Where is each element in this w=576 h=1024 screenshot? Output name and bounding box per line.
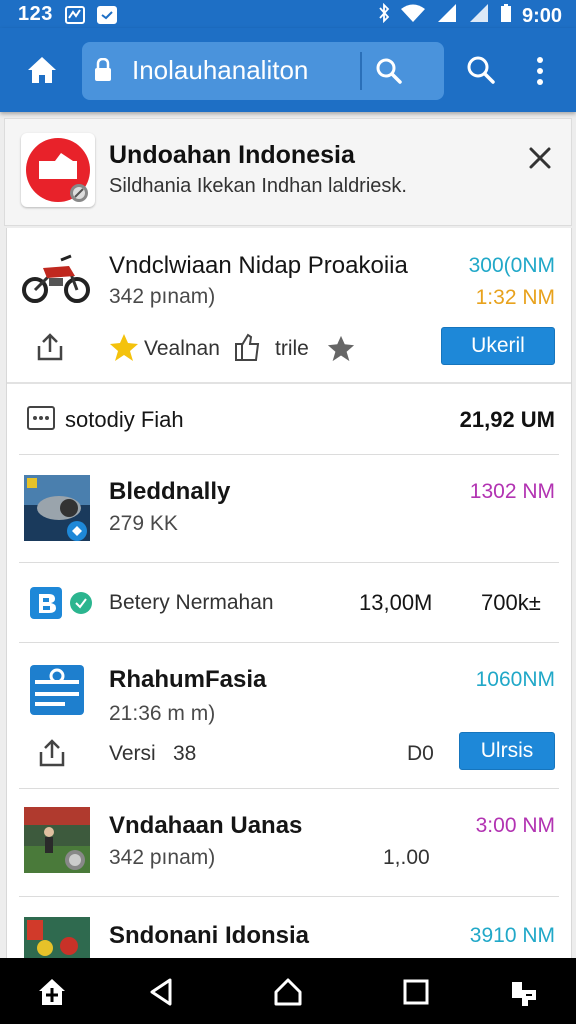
item-title: Vndclwiaan Nidap Proakoiia [109, 252, 408, 279]
item-meta: 21:36 m m) [109, 702, 216, 725]
app-bar: Inolauhanaliton [0, 28, 576, 112]
list-item[interactable]: Vndahaan Uanas 342 pınam) 1,.00 3:00 NM [7, 790, 571, 896]
more-horiz-icon [27, 406, 55, 430]
item-title: Sndonani Idonsia [109, 922, 310, 949]
install-button[interactable]: Ulrsis [459, 732, 555, 770]
app-logo [21, 133, 95, 207]
recents-icon[interactable] [400, 976, 432, 1008]
list-item[interactable]: sotodiy Fiah 21,92 UM [7, 384, 571, 454]
url-separator [360, 52, 362, 90]
banner-title: Undoahan Indonesia [109, 141, 355, 169]
divider [19, 896, 559, 897]
switch-icon[interactable] [508, 976, 540, 1008]
status-left-text: 123 [18, 3, 53, 25]
item-meta: 342 pınam) [109, 285, 216, 308]
message-icon [96, 5, 117, 24]
item-meta: 342 pınam) [109, 846, 216, 869]
home-icon[interactable] [22, 50, 62, 90]
item-size: 3910 NM [469, 924, 555, 947]
item-value: 13,00M [359, 590, 433, 615]
action-label[interactable]: trile [275, 337, 309, 361]
thumb-icon[interactable] [233, 332, 261, 362]
item-value-secondary: 700k± [481, 590, 541, 615]
lock-icon [94, 57, 112, 82]
back-icon[interactable] [146, 976, 178, 1008]
item-title: RhahumFasia [109, 666, 267, 693]
status-value: D0 [407, 742, 434, 765]
app-thumbnail [23, 474, 91, 542]
version-label: Versi [109, 742, 156, 765]
signal-icon-2 [468, 3, 490, 29]
status-bar: 123 9:00 [0, 0, 576, 28]
item-title: Vndahaan Uanas [109, 812, 303, 839]
bluetooth-icon [378, 2, 390, 29]
navigation-bar [0, 958, 576, 1024]
list-item[interactable]: Bleddnally 279 KK 1302 NM [7, 456, 571, 562]
home-button-icon[interactable] [272, 976, 304, 1008]
home-icon[interactable] [36, 976, 68, 1008]
item-size: 21,92 UM [459, 407, 555, 432]
item-title: Bleddnally [109, 478, 231, 505]
share-icon[interactable] [35, 332, 65, 362]
item-size: 3:00 NM [475, 814, 555, 837]
list-item[interactable]: Sndonani Idonsia 3910 NM [7, 898, 571, 960]
download-list: Vndclwiaan Nidap Proakoiia 342 pınam) 30… [6, 228, 572, 960]
banner-subtitle: Sildhania Ikekan Indhan laldriesk. [109, 175, 407, 197]
item-meta: 279 KK [109, 512, 178, 535]
app-thumbnail [23, 916, 91, 960]
battery-icon [500, 3, 512, 29]
star-outline-icon[interactable] [327, 334, 355, 362]
share-icon[interactable] [37, 738, 67, 768]
item-title: Betery Nermahan [109, 591, 274, 614]
version-value: 38 [173, 742, 197, 765]
item-value: 1,.00 [383, 846, 430, 869]
action-label[interactable]: Vealnan [144, 337, 220, 361]
item-size: 1302 NM [469, 480, 555, 503]
update-button[interactable]: Ukeril [441, 327, 555, 365]
divider [19, 788, 559, 789]
list-item[interactable]: Betery Nermahan 13,00M 700k± [7, 564, 571, 642]
url-bar[interactable]: Inolauhanaliton [82, 42, 444, 100]
item-size-secondary: 1:32 NM [475, 286, 555, 309]
b-app-icon [29, 586, 63, 620]
status-time: 9:00 [521, 4, 562, 27]
list-item[interactable]: Vndclwiaan Nidap Proakoiia 342 pınam) 30… [7, 228, 571, 382]
divider [19, 454, 559, 455]
more-vert-icon[interactable] [530, 54, 550, 88]
search-icon[interactable] [374, 56, 404, 86]
item-size: 300(0NM [468, 254, 555, 277]
verified-icon [69, 591, 93, 615]
app-banner[interactable]: Undoahan Indonesia Sildhania Ikekan Indh… [4, 118, 572, 226]
app-thumbnail [29, 664, 85, 716]
divider [19, 642, 559, 643]
url-text[interactable]: Inolauhanaliton [132, 55, 308, 86]
list-item[interactable]: RhahumFasia 21:36 m m) 1060NM Versi 38 D… [7, 644, 571, 788]
item-size: 1060NM [475, 668, 555, 691]
item-title: sotodiy Fiah [65, 407, 184, 432]
signal-icon [436, 3, 458, 29]
app-thumbnail [23, 806, 91, 874]
star-icon[interactable] [109, 332, 139, 362]
divider [19, 562, 559, 563]
wifi-icon [400, 3, 426, 29]
notification-icon [64, 5, 85, 24]
motorcycle-icon [21, 244, 91, 308]
search-icon[interactable] [465, 54, 497, 86]
close-icon[interactable] [527, 145, 553, 171]
